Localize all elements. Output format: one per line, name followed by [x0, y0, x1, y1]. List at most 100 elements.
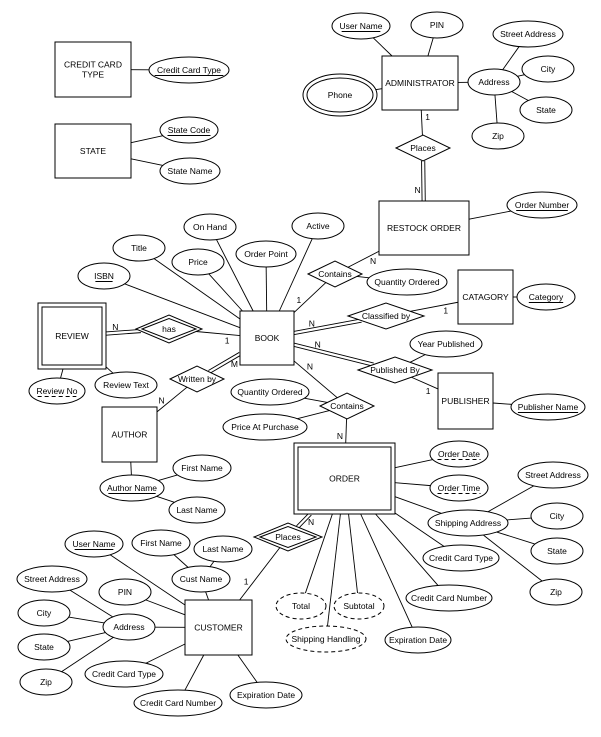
attribute-ad-pin[interactable]: PIN [410, 11, 464, 39]
attribute-co-qty[interactable]: Quantity Ordered [230, 378, 310, 406]
attribute-label: User Name [73, 539, 116, 549]
link-contains-order-order [345, 418, 348, 444]
attribute-bk-onhand[interactable]: On Hand [183, 213, 237, 241]
relationship-published-by[interactable]: Published By [356, 356, 434, 384]
entity-administrator[interactable]: ADMINISTRATOR [381, 55, 459, 111]
link-au-name-au-last [156, 495, 175, 503]
relationship-places-admin[interactable]: Places [394, 134, 452, 162]
attribute-label: Address [478, 77, 509, 87]
attribute-or-total[interactable]: Total [275, 592, 327, 620]
attribute-cu-city[interactable]: City [17, 599, 71, 627]
relationship-label: Places [410, 143, 436, 153]
attribute-cu-pin[interactable]: PIN [98, 578, 152, 606]
attribute-cu-cctype[interactable]: Credit Card Type [84, 660, 164, 688]
attribute-cu-zip[interactable]: Zip [19, 668, 73, 696]
attribute-or-zip[interactable]: Zip [529, 578, 583, 606]
link-places-admin-restock-order [421, 160, 423, 202]
attribute-ad-addr[interactable]: Address [467, 68, 521, 96]
attribute-bk-orderpt[interactable]: Order Point [235, 240, 297, 268]
attribute-label: Zip [550, 587, 562, 597]
attribute-cu-exp[interactable]: Expiration Date [229, 681, 303, 709]
attribute-cu-user[interactable]: User Name [64, 530, 124, 558]
attribute-co-price[interactable]: Price At Purchase [222, 413, 308, 441]
attribute-or-shiphand[interactable]: Shipping Handling [285, 625, 367, 653]
attribute-ad-street[interactable]: Street Address [492, 20, 564, 48]
entity-author[interactable]: AUTHOR [101, 406, 158, 463]
entity-state[interactable]: STATE [54, 123, 132, 179]
attribute-or-date[interactable]: Order Date [429, 440, 489, 468]
entity-review[interactable]: REVIEW [37, 302, 107, 370]
attribute-or-exp[interactable]: Expiration Date [384, 626, 452, 654]
entity-catagory[interactable]: CATAGORY [457, 269, 514, 325]
attribute-label: Last Name [202, 544, 243, 554]
attribute-or-subtotal[interactable]: Subtotal [333, 592, 385, 620]
attribute-or-city[interactable]: City [530, 502, 584, 530]
cardinality-label: N [112, 322, 118, 332]
attribute-ad-user[interactable]: User Name [331, 12, 391, 40]
attribute-or-state[interactable]: State [530, 537, 584, 565]
attribute-or-ship[interactable]: Shipping Address [427, 509, 509, 537]
attribute-st-code[interactable]: State Code [159, 116, 219, 144]
relationship-contains-order[interactable]: Contains [318, 392, 376, 420]
attribute-ad-zip[interactable]: Zip [471, 122, 525, 150]
attribute-or-time[interactable]: Order Time [429, 474, 489, 502]
attribute-bk-title[interactable]: Title [112, 234, 166, 262]
entity-order[interactable]: ORDER [293, 442, 396, 515]
relationship-places-customer[interactable]: Places [252, 522, 324, 552]
relationship-has[interactable]: has [134, 314, 204, 344]
attribute-label: User Name [340, 21, 383, 31]
relationship-contains-restock[interactable]: Contains [306, 260, 364, 288]
attribute-label: Author Name [107, 483, 157, 493]
attribute-label: Quantity Ordered [374, 277, 439, 287]
attribute-rv-text[interactable]: Review Text [94, 371, 158, 399]
attribute-st-name[interactable]: State Name [159, 157, 221, 185]
attribute-rc-qty[interactable]: Quantity Ordered [366, 268, 448, 296]
attribute-pub-name[interactable]: Publisher Name [510, 393, 586, 421]
attribute-cu-street[interactable]: Street Address [16, 565, 88, 593]
attribute-cu-first[interactable]: First Name [131, 529, 191, 557]
attribute-label: Price [188, 257, 208, 267]
attribute-cu-last[interactable]: Last Name [193, 535, 253, 563]
cardinality-label: N [308, 517, 314, 527]
attribute-or-cctype[interactable]: Credit Card Type [422, 544, 500, 572]
attribute-bk-price[interactable]: Price [171, 248, 225, 276]
attribute-cu-name[interactable]: Cust Name [171, 565, 231, 593]
link-state-st-code [130, 135, 164, 144]
attribute-bk-active[interactable]: Active [291, 212, 345, 240]
link-or-ship-or-city [506, 517, 532, 521]
attribute-cct-type[interactable]: Credit Card Type [148, 56, 230, 84]
cardinality-label: M [231, 359, 238, 369]
relationship-label: Contains [330, 401, 364, 411]
attribute-or-street[interactable]: Street Address [517, 461, 589, 489]
attribute-label: Total [292, 601, 310, 611]
entity-book[interactable]: BOOK [239, 310, 295, 366]
attribute-pb-year[interactable]: Year Published [409, 330, 483, 358]
attribute-label: State Name [168, 166, 213, 176]
entity-customer[interactable]: CUSTOMER [184, 599, 253, 656]
attribute-au-name[interactable]: Author Name [99, 474, 165, 502]
entity-restock-order[interactable]: RESTOCK ORDER [378, 200, 470, 256]
attribute-bk-isbn[interactable]: ISBN [77, 262, 131, 290]
attribute-cat-cat[interactable]: Category [516, 283, 576, 311]
attribute-ad-city[interactable]: City [521, 55, 575, 83]
attribute-label: Street Address [525, 470, 581, 480]
attribute-au-first[interactable]: First Name [172, 454, 232, 482]
attribute-ad-phone[interactable]: Phone [302, 73, 378, 117]
entity-credit-card-type[interactable]: CREDIT CARDTYPE [54, 41, 132, 98]
attribute-cu-addr[interactable]: Address [102, 613, 156, 641]
entity-publisher[interactable]: PUBLISHER [437, 372, 494, 430]
attribute-rv-no[interactable]: Review No [28, 377, 86, 405]
attribute-or-ccnum[interactable]: Credit Card Number [405, 584, 493, 612]
attribute-label: PIN [430, 20, 444, 30]
entity-label: CREDIT CARD [64, 60, 122, 70]
attribute-ro-num[interactable]: Order Number [506, 191, 578, 219]
attribute-label: City [37, 608, 52, 618]
attribute-label: Last Name [176, 505, 217, 515]
attribute-label: State [536, 105, 556, 115]
attribute-cu-ccnum[interactable]: Credit Card Number [133, 689, 223, 717]
relationship-classified-by[interactable]: Classified by [346, 302, 426, 330]
attribute-ad-state[interactable]: State [519, 96, 573, 124]
attribute-au-last[interactable]: Last Name [168, 496, 226, 524]
attribute-cu-state[interactable]: State [17, 633, 71, 661]
relationship-label: Contains [318, 269, 352, 279]
